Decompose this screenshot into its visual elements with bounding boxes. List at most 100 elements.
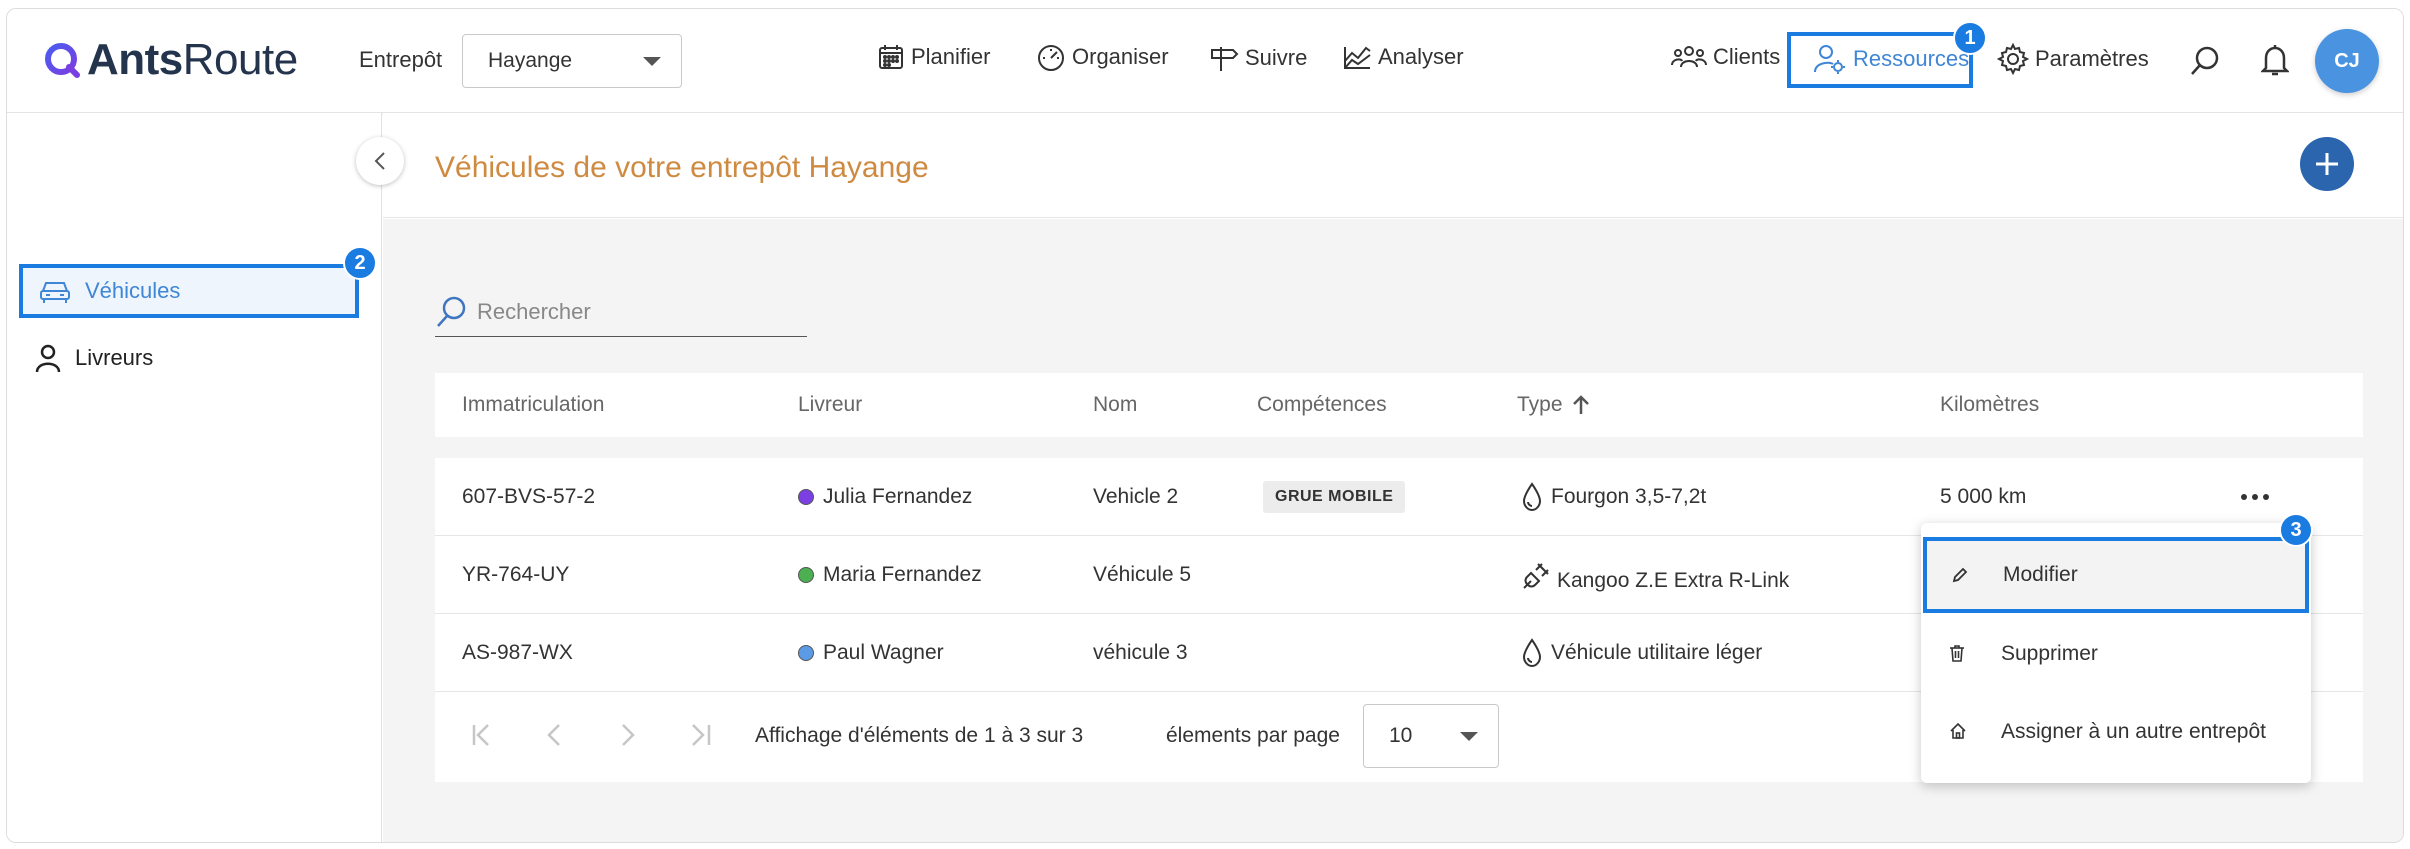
column-header-type[interactable]: Type: [1517, 393, 1591, 417]
antsroute-logo[interactable]: AntsRoute: [43, 35, 298, 85]
previous-page-icon[interactable]: [545, 722, 565, 748]
driver-color-dot: [798, 489, 814, 505]
sidebar-item-label: Véhicules: [85, 278, 181, 303]
chart-icon: [1344, 46, 1371, 69]
nav-ressources[interactable]: Ressources: [1813, 43, 1969, 75]
search-bar[interactable]: [435, 287, 807, 337]
skill-chip: GRUE MOBILE: [1263, 481, 1406, 513]
column-header-livreur[interactable]: Livreur: [798, 393, 862, 417]
warehouse-value: Hayange: [488, 49, 573, 72]
search-button[interactable]: [2189, 45, 2221, 82]
pencil-icon: [1952, 567, 1968, 583]
type-label: Kangoo Z.E Extra R-Link: [1557, 569, 1790, 592]
nav-label: Analyser: [1378, 44, 1464, 69]
per-page-value: 10: [1389, 724, 1413, 747]
warehouse-select[interactable]: Hayange: [462, 34, 682, 88]
cell-plate: 607-BVS-57-2: [462, 485, 596, 508]
step-badge-3: 3: [2279, 513, 2313, 547]
nav-suivre[interactable]: Suivre: [1209, 43, 1307, 73]
signpost-icon: [1211, 47, 1239, 71]
column-header-kilometres[interactable]: Kilomètres: [1940, 393, 2039, 417]
nav-clients[interactable]: Clients: [1671, 43, 1780, 71]
person-icon: [35, 344, 61, 373]
collapse-sidebar-button[interactable]: [356, 137, 404, 185]
menu-item-label: Assigner à un autre entrepôt: [2001, 720, 2267, 743]
fuel-drop-icon: [1522, 638, 1542, 668]
driver-name: Maria Fernandez: [823, 563, 982, 586]
search-icon: [2191, 46, 2219, 75]
driver-color-dot: [798, 567, 814, 583]
electric-plug-icon: [1523, 563, 1549, 589]
menu-item-label: Supprimer: [2001, 642, 2098, 665]
menu-item-label: Modifier: [2003, 563, 2078, 586]
column-header-nom[interactable]: Nom: [1093, 393, 1137, 417]
column-header-competences[interactable]: Compétences: [1257, 393, 1387, 417]
pagination-summary: Affichage d'éléments de 1 à 3 sur 3: [755, 724, 1084, 747]
type-label: Véhicule utilitaire léger: [1551, 641, 1763, 664]
top-header: AntsRoute Entrepôt Hayange Planifier Org…: [7, 9, 2403, 113]
car-icon: [40, 282, 70, 303]
user-gear-icon: [1814, 45, 1845, 74]
column-label: Type: [1517, 393, 1563, 416]
search-input[interactable]: [477, 298, 777, 325]
cell-name: véhicule 3: [1093, 641, 1188, 664]
nav-label: Paramètres: [2035, 46, 2149, 71]
menu-item-supprimer[interactable]: Supprimer: [1921, 615, 2311, 693]
cell-name: Véhicule 5: [1093, 563, 1192, 586]
row-actions-menu: Modifier Supprimer Assigner à un autre e…: [1921, 523, 2311, 783]
driver-color-dot: [798, 645, 814, 661]
column-header-immatriculation[interactable]: Immatriculation: [462, 393, 604, 417]
last-page-icon[interactable]: [687, 722, 713, 748]
notifications-button[interactable]: [2259, 43, 2291, 82]
cell-plate: YR-764-UY: [462, 563, 570, 586]
trash-icon: [1950, 645, 1964, 662]
cell-plate: AS-987-WX: [462, 641, 573, 664]
type-label: Fourgon 3,5-7,2t: [1551, 485, 1707, 508]
cell-skills: GRUE MOBILE: [1263, 458, 1406, 536]
speedometer-icon: [1038, 45, 1064, 71]
home-icon: [1950, 722, 1966, 739]
table-header: Immatriculation Livreur Nom Compétences …: [435, 373, 2363, 437]
next-page-icon[interactable]: [617, 722, 637, 748]
plus-icon: [2316, 153, 2338, 175]
nav-planifier[interactable]: Planifier: [877, 43, 990, 71]
user-avatar[interactable]: CJ: [2315, 29, 2379, 93]
driver-name: Julia Fernandez: [823, 485, 973, 508]
sidebar-item-vehicules[interactable]: Véhicules: [19, 264, 359, 318]
nav-label: Planifier: [911, 44, 991, 69]
warehouse-label: Entrepôt: [359, 47, 443, 72]
cell-driver: Paul Wagner: [798, 614, 944, 692]
cell-type: Kangoo Z.E Extra R-Link: [1521, 536, 1789, 614]
page-title: Véhicules de votre entrepôt Hayange: [435, 151, 929, 184]
per-page-select[interactable]: 10: [1363, 704, 1499, 768]
nav-label: Clients: [1713, 44, 1781, 69]
sidebar: [7, 113, 382, 842]
add-vehicle-button[interactable]: [2300, 137, 2354, 191]
app-window: AntsRoute Entrepôt Hayange Planifier Org…: [6, 8, 2404, 843]
chevron-down-icon: [1460, 732, 1478, 741]
first-page-icon[interactable]: [470, 722, 496, 748]
nav-label: Suivre: [1245, 45, 1308, 70]
nav-label: Organiser: [1072, 44, 1169, 69]
per-page-label: élements par page: [1166, 724, 1340, 747]
more-horizontal-icon: [2241, 494, 2269, 500]
nav-label: Ressources: [1853, 46, 1970, 71]
gear-icon: [1997, 43, 2029, 75]
cell-type: Véhicule utilitaire léger: [1521, 614, 1762, 692]
nav-analyser[interactable]: Analyser: [1342, 43, 1464, 71]
menu-item-modifier[interactable]: Modifier: [1923, 537, 2309, 613]
users-group-icon: [1671, 46, 1707, 68]
bell-icon: [2259, 45, 2291, 76]
menu-item-assigner[interactable]: Assigner à un autre entrepôt: [1921, 693, 2311, 771]
step-badge-2: 2: [343, 246, 377, 280]
step-badge-1: 1: [1953, 21, 1987, 55]
logo-icon: [45, 43, 80, 78]
chevron-left-icon: [374, 152, 385, 170]
sidebar-item-livreurs[interactable]: Livreurs: [35, 343, 153, 373]
nav-parametres[interactable]: Paramètres: [1997, 43, 2149, 75]
search-icon: [437, 296, 466, 327]
chevron-down-icon: [643, 57, 661, 66]
calendar-icon: [879, 45, 903, 69]
nav-organiser[interactable]: Organiser: [1036, 43, 1169, 71]
sidebar-item-label: Livreurs: [75, 345, 154, 370]
